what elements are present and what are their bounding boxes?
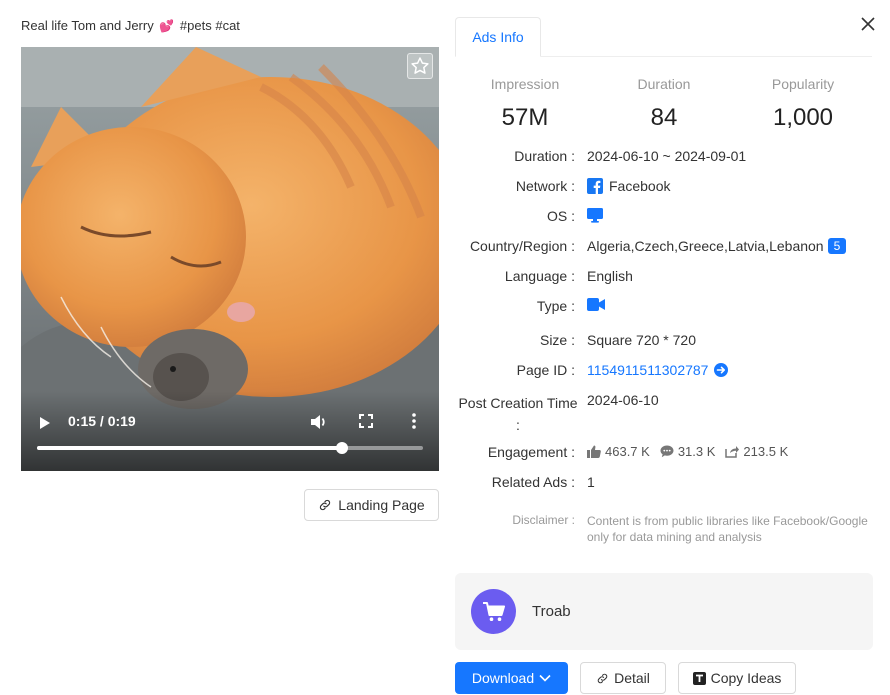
landing-page-button[interactable]: Landing Page: [304, 489, 439, 521]
disclaimer-text: Content is from public libraries like Fa…: [587, 514, 868, 544]
type-value: [587, 298, 605, 311]
shares-stat: 213.5 K: [725, 444, 788, 459]
type-label: Type :: [536, 298, 575, 314]
stat-impression: Impression 57M: [455, 76, 595, 132]
detail-button[interactable]: Detail: [580, 662, 666, 694]
language-label: Language :: [504, 268, 575, 284]
stat-popularity: Popularity 1,000: [733, 76, 873, 132]
size-label: Size :: [539, 332, 575, 348]
language-name: English: [587, 268, 633, 284]
detail-label: Detail: [614, 670, 650, 686]
comments-count: 31.3 K: [677, 444, 716, 459]
facebook-icon: [587, 178, 603, 194]
engagement-value: 463.7 K 31.3 K 213.5 K: [587, 444, 798, 459]
engagement-label: Engagement :: [487, 444, 575, 460]
video-progress-bar[interactable]: [37, 442, 423, 454]
page-id-link[interactable]: 1154911511302787: [587, 362, 708, 378]
page-id-value: 1154911511302787: [587, 362, 729, 378]
country-count-badge[interactable]: 5: [827, 238, 847, 254]
duration-range: 2024-06-10 ~ 2024-09-01: [587, 148, 747, 164]
post-creation-date: 2024-06-10: [587, 392, 659, 408]
likes-stat: 463.7 K: [587, 444, 650, 459]
link-icon: [320, 499, 331, 511]
advertiser-name: Troab: [532, 603, 571, 620]
tab-ads-info[interactable]: Ads Info: [455, 17, 541, 57]
os-label: OS :: [546, 208, 575, 224]
download-label: Download: [471, 670, 535, 686]
os-value: [587, 208, 603, 223]
network-name: Facebook: [609, 178, 671, 194]
size-value: Square 720 * 720: [587, 332, 696, 348]
size-text: Square 720 * 720: [587, 332, 696, 348]
stat-label: Popularity: [771, 76, 835, 92]
shares-count: 213.5 K: [743, 444, 789, 459]
video-progress-thumb[interactable]: [335, 442, 348, 454]
post-title: Real life Tom and Jerry 💕 #pets #cat: [21, 18, 240, 33]
stat-duration: Duration 84: [594, 76, 734, 132]
country-value: Algeria,Czech,Greece,Latvia,Lebanon 5: [587, 238, 847, 254]
more-options-icon[interactable]: [411, 413, 417, 429]
duration-label: Duration :: [514, 148, 575, 164]
play-icon[interactable]: [39, 416, 51, 430]
related-ads-label: Related Ads :: [491, 474, 575, 490]
avatar: [471, 589, 516, 634]
duration-value: 2024-06-10 ~ 2024-09-01: [587, 148, 746, 164]
download-button[interactable]: Download: [455, 662, 568, 694]
star-icon: [411, 57, 429, 74]
stat-label: Impression: [490, 76, 560, 92]
volume-icon[interactable]: [310, 414, 328, 430]
video-progress-fill: [37, 446, 342, 450]
country-list: Algeria,Czech,Greece,Latvia,Lebanon: [587, 238, 824, 254]
copy-ideas-button[interactable]: Copy Ideas: [678, 662, 796, 694]
post-creation-label-text: Post Creation Time: [458, 395, 578, 411]
arrow-right-circle-icon[interactable]: [714, 363, 729, 377]
post-title-tags: #pets #cat: [179, 18, 240, 33]
comment-icon: [660, 445, 674, 458]
post-creation-label-colon: :: [516, 417, 520, 433]
network-label: Network :: [515, 178, 575, 194]
likes-count: 463.7 K: [605, 444, 650, 459]
page-id-label: Page ID :: [516, 362, 575, 378]
stat-label: Duration: [637, 76, 691, 92]
fullscreen-icon[interactable]: [359, 414, 373, 428]
chevron-down-icon: [539, 674, 551, 682]
landing-page-label: Landing Page: [338, 497, 425, 513]
video-player[interactable]: 0:15 / 0:19: [21, 47, 439, 471]
comments-stat: 31.3 K: [660, 444, 716, 459]
link-icon: [597, 673, 608, 683]
related-ads-value: 1: [587, 474, 595, 490]
stat-value: 57M: [501, 104, 549, 131]
country-label: Country/Region :: [469, 238, 575, 254]
post-creation-value: 2024-06-10: [587, 392, 659, 408]
disclaimer-label: Disclaimer :: [512, 513, 575, 527]
network-value: Facebook: [587, 178, 670, 194]
language-value: English: [587, 268, 633, 284]
shopping-cart-icon: [482, 601, 505, 621]
stat-value: 84: [650, 104, 678, 131]
text-t-icon: [692, 671, 706, 685]
related-ads-count: 1: [587, 474, 595, 490]
share-icon: [725, 446, 740, 458]
post-title-text: Real life Tom and Jerry: [21, 18, 154, 33]
post-creation-label: Post Creation Time :: [455, 392, 581, 436]
thumbs-up-icon: [587, 445, 601, 458]
copy-ideas-label: Copy Ideas: [710, 670, 782, 686]
favorite-button[interactable]: [407, 53, 433, 79]
video-controls: 0:15 / 0:19: [21, 391, 439, 471]
stat-value: 1,000: [772, 104, 834, 131]
desktop-icon: [587, 208, 603, 223]
advertiser-card[interactable]: Troab: [455, 573, 873, 650]
video-camera-icon: [587, 298, 605, 311]
tab-bar: Ads Info: [455, 17, 872, 57]
heart-emoji: 💕: [159, 19, 175, 33]
video-time: 0:15 / 0:19: [68, 413, 136, 429]
